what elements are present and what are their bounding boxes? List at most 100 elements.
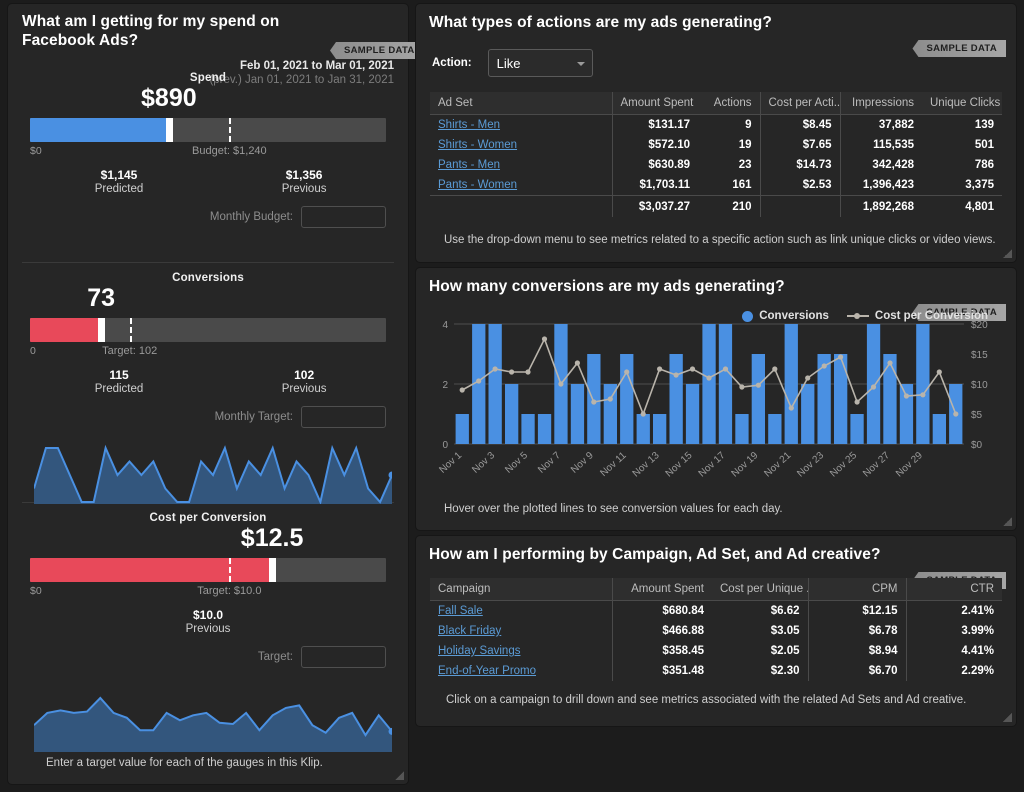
bar[interactable] <box>883 354 897 444</box>
bar[interactable] <box>784 324 798 444</box>
column-header-1[interactable]: Amount Spent <box>612 578 712 601</box>
gauge-input-field[interactable] <box>301 406 386 428</box>
line-point[interactable] <box>788 405 794 411</box>
row-link[interactable]: Holiday Savings <box>438 645 520 657</box>
bar[interactable] <box>702 324 716 444</box>
line-point[interactable] <box>838 354 844 360</box>
bar[interactable] <box>866 324 881 444</box>
bar[interactable] <box>505 384 519 444</box>
x-tick-label: Nov 29 <box>894 450 925 480</box>
bar[interactable] <box>850 414 864 444</box>
line-point[interactable] <box>640 411 646 417</box>
bar[interactable] <box>455 414 469 444</box>
line-point[interactable] <box>525 369 531 375</box>
resize-grip-left[interactable] <box>395 771 404 780</box>
column-header-2[interactable]: Cost per Unique ... <box>712 578 809 601</box>
column-header-5[interactable]: Unique Clicks <box>922 92 1002 115</box>
line-point[interactable] <box>953 411 959 417</box>
cell-cost_per_unique: $2.30 <box>712 661 809 681</box>
bar[interactable] <box>537 414 552 444</box>
cell-ctr: 3.99% <box>961 625 994 637</box>
column-header-0[interactable]: Ad Set <box>430 92 613 115</box>
line-point[interactable] <box>821 363 827 369</box>
gauge-input-field[interactable] <box>301 646 386 668</box>
line-point[interactable] <box>459 387 465 393</box>
column-header-4[interactable]: CTR <box>906 578 1002 601</box>
row-link[interactable]: Fall Sale <box>438 605 483 617</box>
gauge-bar[interactable] <box>30 318 386 342</box>
table-total-row: $3,037.27 210 1,892,268 4,801 <box>430 195 1002 217</box>
column-header-2[interactable]: Actions <box>698 92 761 115</box>
cell-cost_per_action: $8.45 <box>760 114 841 135</box>
line-point[interactable] <box>492 366 498 372</box>
cell-amount_spent: $131.17 <box>648 119 690 131</box>
line-point[interactable] <box>541 336 548 342</box>
cell-amount_spent: $351.48 <box>662 665 704 677</box>
resize-grip-conversions[interactable] <box>1003 517 1012 526</box>
line-point[interactable] <box>607 396 613 402</box>
row-link[interactable]: Pants - Women <box>438 179 517 191</box>
row-link[interactable]: Black Friday <box>438 625 501 637</box>
bar[interactable] <box>932 414 946 444</box>
line-point[interactable] <box>854 399 860 405</box>
line-point[interactable] <box>887 360 893 366</box>
line-point[interactable] <box>722 366 729 372</box>
line-point[interactable] <box>739 384 745 390</box>
bar[interactable] <box>620 354 634 444</box>
bar[interactable] <box>521 414 535 444</box>
column-header-1[interactable]: Amount Spent <box>612 92 698 115</box>
gauge-bar[interactable] <box>30 558 386 582</box>
bar[interactable] <box>653 414 667 444</box>
line-point[interactable] <box>772 366 778 372</box>
x-tick-label: Nov 9 <box>569 450 596 476</box>
column-header-0[interactable]: Campaign <box>430 578 613 601</box>
bar[interactable] <box>718 324 733 444</box>
line-point[interactable] <box>936 369 942 375</box>
row-link[interactable]: Shirts - Women <box>438 139 517 151</box>
conversions-panel-footer: Hover over the plotted lines to see conv… <box>444 503 783 515</box>
line-point[interactable] <box>476 378 482 384</box>
line-point[interactable] <box>805 375 811 381</box>
line-point[interactable] <box>558 381 564 387</box>
line-point[interactable] <box>903 393 909 399</box>
action-select[interactable]: Like <box>487 49 593 77</box>
resize-grip-actions[interactable] <box>1003 249 1012 258</box>
bar[interactable] <box>768 414 782 444</box>
y2-tick-label: $20 <box>971 320 988 331</box>
line-point[interactable] <box>673 372 679 378</box>
bar[interactable] <box>735 414 749 444</box>
gauge-bar[interactable] <box>30 118 386 142</box>
compare-0: 115 Predicted <box>95 368 144 395</box>
bar[interactable] <box>685 384 700 444</box>
bar[interactable] <box>488 324 502 444</box>
line-point[interactable] <box>509 369 515 375</box>
column-header-3[interactable]: Cost per Acti... <box>760 92 841 115</box>
row-link[interactable]: Pants - Men <box>438 159 500 171</box>
line-point[interactable] <box>574 360 580 366</box>
column-header-3[interactable]: CPM <box>808 578 907 601</box>
line-point[interactable] <box>706 375 712 381</box>
bar[interactable] <box>751 354 765 444</box>
bar[interactable] <box>570 384 585 444</box>
line-point[interactable] <box>689 366 696 372</box>
bar[interactable] <box>603 384 617 444</box>
line-point[interactable] <box>920 392 926 398</box>
bar[interactable] <box>834 354 848 444</box>
bar[interactable] <box>636 414 650 444</box>
line-point[interactable] <box>624 369 630 375</box>
resize-grip-campaign[interactable] <box>1003 713 1012 722</box>
bar[interactable] <box>587 354 601 444</box>
bar[interactable] <box>916 324 930 444</box>
column-header-4[interactable]: Impressions <box>840 92 922 115</box>
gauge-input-field[interactable] <box>301 206 386 228</box>
line-point[interactable] <box>657 366 663 372</box>
line-point[interactable] <box>591 399 597 405</box>
line-point[interactable] <box>755 382 761 388</box>
row-link[interactable]: Shirts - Men <box>438 119 500 131</box>
bar[interactable] <box>801 384 815 444</box>
bar[interactable] <box>669 354 683 444</box>
line-point[interactable] <box>870 384 877 390</box>
bar[interactable] <box>899 384 914 444</box>
conversions-chart[interactable]: 0 2 4 $0 $5 $10 $15 $20 Nov 1 Nov 3 Nov 5 Nov 7 Nov … <box>430 316 1002 501</box>
row-link[interactable]: End-of-Year Promo <box>438 665 536 677</box>
